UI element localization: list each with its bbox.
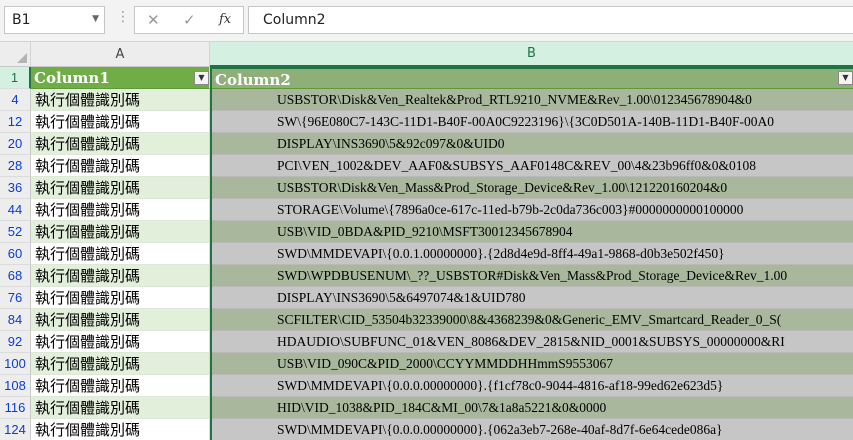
header-cell-column2[interactable]: Column2 (210, 67, 853, 89)
cell-column1[interactable]: 執行個體識別碼 (31, 243, 210, 265)
cell-column2[interactable]: SWD\MMDEVAPI\{0.0.0.00000000}.{062a3eb7-… (210, 419, 853, 440)
cancel-icon[interactable]: ✕ (147, 11, 160, 29)
cell-column2[interactable]: SWD\MMDEVAPI\{0.0.1.00000000}.{2d8d4e9d-… (210, 243, 853, 265)
cell-column1[interactable]: 執行個體識別碼 (31, 287, 210, 309)
cell-column1[interactable]: 執行個體識別碼 (31, 309, 210, 331)
cell-column1[interactable]: 執行個體識別碼 (31, 331, 210, 353)
cell-column2[interactable]: HDAUDIO\SUBFUNC_01&VEN_8086&DEV_2815&NID… (210, 331, 853, 353)
cell-column2[interactable]: USBSTOR\Disk&Ven_Realtek&Prod_RTL9210_NV… (210, 89, 853, 111)
row-number[interactable]: 36 (0, 177, 31, 199)
cell-column2[interactable]: USB\VID_0BDA&PID_9210\MSFT30012345678904 (210, 221, 853, 243)
cell-column1[interactable]: 執行個體識別碼 (31, 155, 210, 177)
select-all-corner[interactable] (0, 42, 31, 67)
cell-column2[interactable]: HID\VID_1038&PID_184C&MI_00\7&1a8a5221&0… (210, 397, 853, 419)
row-number[interactable]: 52 (0, 221, 31, 243)
cell-column1[interactable]: 執行個體識別碼 (31, 265, 210, 287)
more-options-icon[interactable]: ⋮ (116, 10, 130, 24)
name-box-value: B1 (12, 12, 31, 28)
table-row: 4 執行個體識別碼 USBSTOR\Disk&Ven_Realtek&Prod_RT… (0, 89, 853, 111)
column-header-b[interactable]: B (210, 42, 853, 67)
row-number[interactable]: 28 (0, 155, 31, 177)
cell-column1[interactable]: 執行個體識別碼 (31, 133, 210, 155)
row-number[interactable]: 44 (0, 199, 31, 221)
cell-column2[interactable]: USB\VID_090C&PID_2000\CCYYMMDDHHmmS95530… (210, 353, 853, 375)
select-all-icon (17, 53, 27, 63)
table-row: 28 執行個體識別碼 PCI\VEN_1002&DEV_AAF0&SUBSYS_AA… (0, 155, 853, 177)
cell-column1[interactable]: 執行個體識別碼 (31, 419, 210, 440)
table-row: 76 執行個體識別碼 DISPLAY\INS3690\5&6497074&1&UID… (0, 287, 853, 309)
cell-column1[interactable]: 執行個體識別碼 (31, 397, 210, 419)
cell-column1[interactable]: 執行個體識別碼 (31, 177, 210, 199)
row-number[interactable]: 60 (0, 243, 31, 265)
row-number[interactable]: 20 (0, 133, 31, 155)
row-number[interactable]: 124 (0, 419, 31, 440)
cell-column2[interactable]: STORAGE\Volume\{7896a0ce-617c-11ed-b79b-… (210, 199, 853, 221)
formula-buttons: ✕ ✓ fx (134, 6, 244, 34)
cell-column2[interactable]: PCI\VEN_1002&DEV_AAF0&SUBSYS_AAF0148C&RE… (210, 155, 853, 177)
cell-column1[interactable]: 執行個體識別碼 (31, 89, 210, 111)
cell-column2[interactable]: DISPLAY\INS3690\5&92c097&0&UID0 (210, 133, 853, 155)
row-number[interactable]: 84 (0, 309, 31, 331)
table-row: 36 執行個體識別碼 USBSTOR\Disk&Ven_Mass&Prod_Stor… (0, 177, 853, 199)
cell-column1[interactable]: 執行個體識別碼 (31, 111, 210, 133)
sheet-grid: 1 Column1 Column2 ▼ ▼ 4 執行個體識別碼 USBSTOR\Di… (0, 67, 853, 440)
table-row: 20 執行個體識別碼 DISPLAY\INS3690\5&92c097&0&UID0 (0, 133, 853, 155)
enter-icon[interactable]: ✓ (183, 11, 196, 29)
cell-column2[interactable]: SW\{96E080C7-143C-11D1-B40F-00A0C9223196… (210, 111, 853, 133)
cell-column2[interactable]: SWD\MMDEVAPI\{0.0.0.00000000}.{f1cf78c0-… (210, 375, 853, 397)
table-row: 100 執行個體識別碼 USB\VID_090C&PID_2000\CCYYMMDD… (0, 353, 853, 375)
row-number[interactable]: 12 (0, 111, 31, 133)
formula-bar: B1 ▼ ⋮ ✕ ✓ fx Column2 (0, 0, 853, 42)
table-row: 84 執行個體識別碼 SCFILTER\CID_53504b32339000\8&4… (0, 309, 853, 331)
row-number[interactable]: 108 (0, 375, 31, 397)
cell-column1[interactable]: 執行個體識別碼 (31, 353, 210, 375)
filter-active-icon[interactable]: ▼ (194, 71, 209, 85)
cell-column2[interactable]: USBSTOR\Disk&Ven_Mass&Prod_Storage_Devic… (210, 177, 853, 199)
formula-input[interactable]: Column2 (248, 6, 853, 34)
table-row: 116 執行個體識別碼 HID\VID_1038&PID_184C&MI_00\7&… (0, 397, 853, 419)
column-header-a[interactable]: A (31, 42, 210, 67)
table-row: 108 執行個體識別碼 SWD\MMDEVAPI\{0.0.0.00000000}.… (0, 375, 853, 397)
name-box[interactable]: B1 ▼ (4, 6, 105, 34)
row-number[interactable]: 1 (0, 67, 31, 89)
table-row: 44 執行個體識別碼 STORAGE\Volume\{7896a0ce-617c-1… (0, 199, 853, 221)
row-number[interactable]: 100 (0, 353, 31, 375)
cell-column2[interactable]: SWD\WPDBUSENUM\_??_USBSTOR#Disk&Ven_Mass… (210, 265, 853, 287)
cell-column2[interactable]: SCFILTER\CID_53504b32339000\8&4368239&0&… (210, 309, 853, 331)
table-row: 60 執行個體識別碼 SWD\MMDEVAPI\{0.0.1.00000000}.{… (0, 243, 853, 265)
filter-dropdown-icon[interactable]: ▼ (838, 71, 853, 85)
cell-column1[interactable]: 執行個體識別碼 (31, 221, 210, 243)
cell-column1[interactable]: 執行個體識別碼 (31, 199, 210, 221)
row-number[interactable]: 92 (0, 331, 31, 353)
cell-column1[interactable]: 執行個體識別碼 (31, 375, 210, 397)
table-row: 12 執行個體識別碼 SW\{96E080C7-143C-11D1-B40F-00A… (0, 111, 853, 133)
header-cell-column1[interactable]: Column1 (31, 67, 210, 89)
table-row: 92 執行個體識別碼 HDAUDIO\SUBFUNC_01&VEN_8086&DEV… (0, 331, 853, 353)
table-row: 52 執行個體識別碼 USB\VID_0BDA&PID_9210\MSFT30012… (0, 221, 853, 243)
row-number[interactable]: 116 (0, 397, 31, 419)
table-row: 124 執行個體識別碼 SWD\MMDEVAPI\{0.0.0.00000000}.… (0, 419, 853, 440)
function-icon[interactable]: fx (219, 12, 231, 27)
row-number[interactable]: 4 (0, 89, 31, 111)
chevron-down-icon[interactable]: ▼ (92, 14, 99, 24)
row-number[interactable]: 76 (0, 287, 31, 309)
table-header-row: 1 Column1 Column2 ▼ ▼ (0, 67, 853, 89)
table-row: 68 執行個體識別碼 SWD\WPDBUSENUM\_??_USBSTOR#Disk… (0, 265, 853, 287)
cell-column2[interactable]: DISPLAY\INS3690\5&6497074&1&UID780 (210, 287, 853, 309)
row-number[interactable]: 68 (0, 265, 31, 287)
